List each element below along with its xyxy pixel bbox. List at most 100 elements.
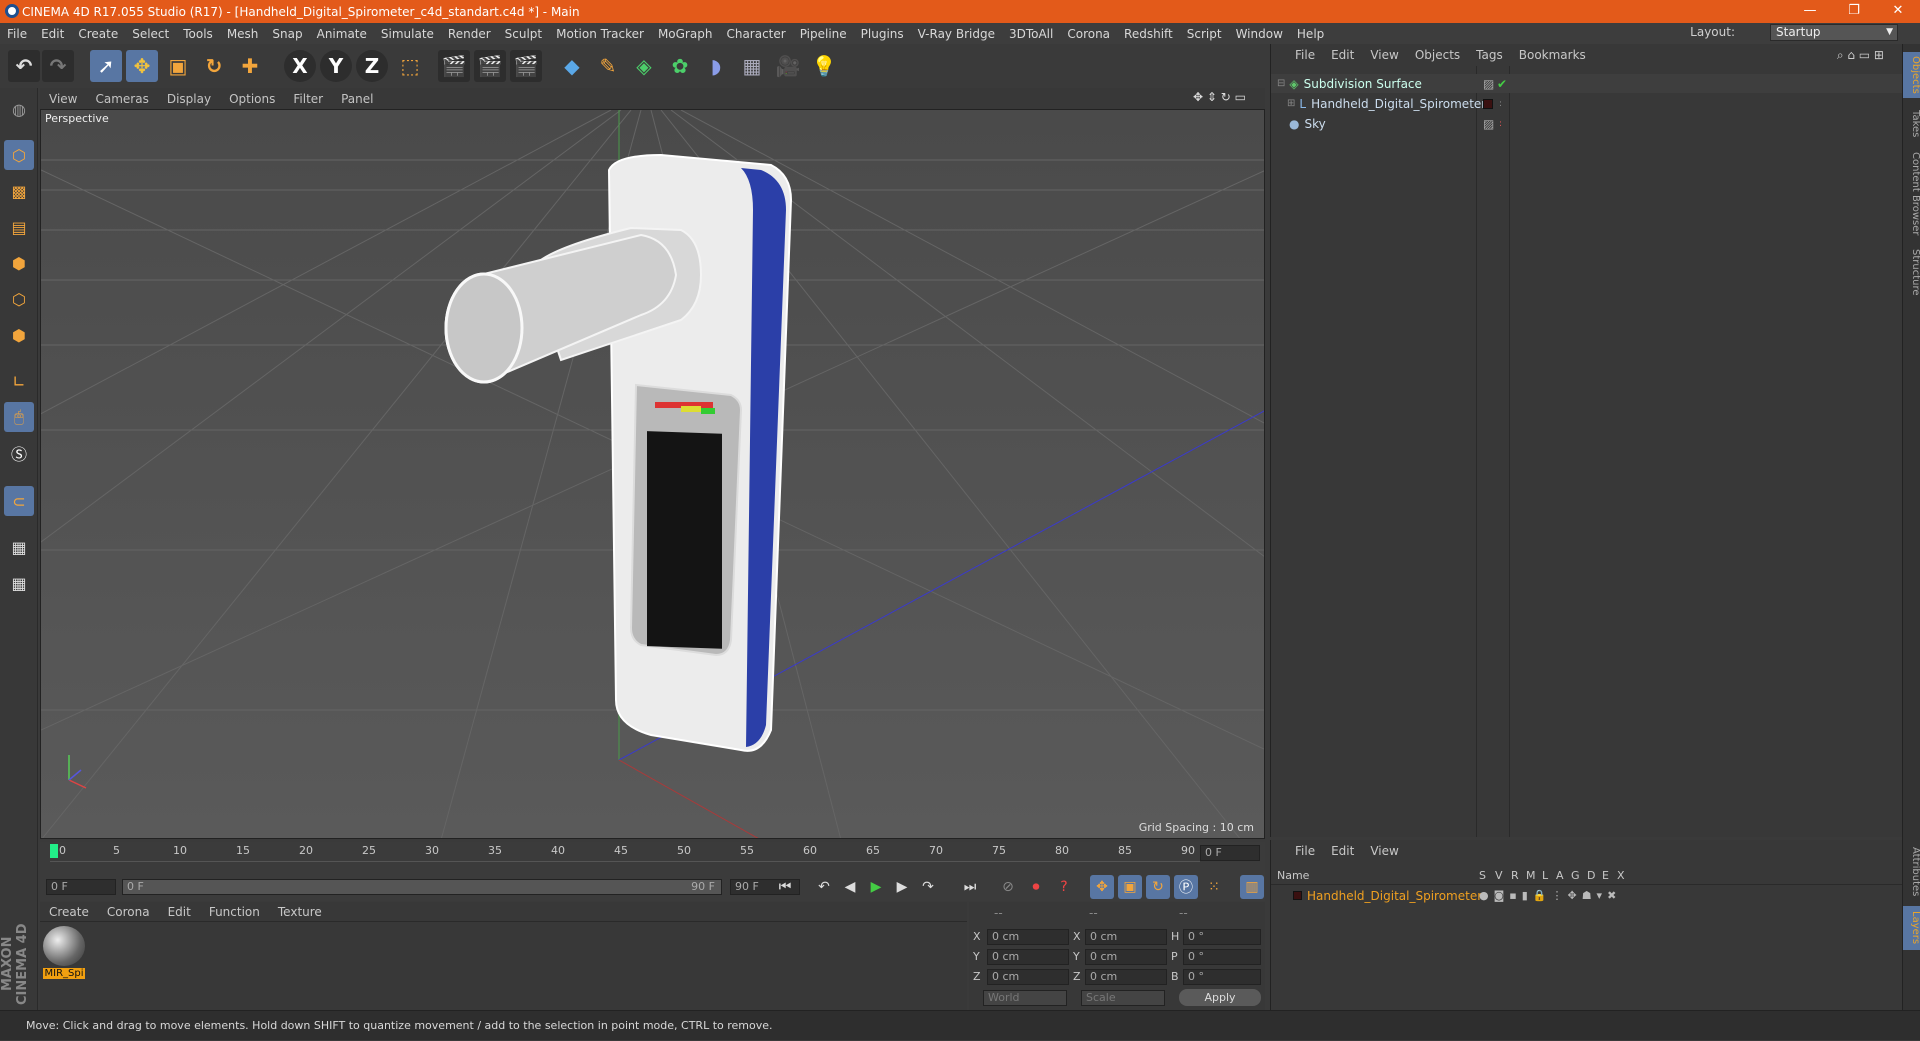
menu-animate[interactable]: Animate [310,27,374,41]
menu-snap[interactable]: Snap [265,27,309,41]
mat-menu-corona[interactable]: Corona [98,905,159,919]
layout-select[interactable]: Startup ▼ [1770,24,1898,41]
y-axis-lock-button[interactable]: Y [320,50,352,82]
start-frame-field[interactable]: 0 F [46,879,116,895]
expand-icon[interactable]: ⊞ [1287,98,1295,109]
tab-structure[interactable]: Structure [1903,244,1920,300]
record-keys-button[interactable]: ⊘ [996,875,1020,899]
tab-objects[interactable]: Objects [1903,52,1920,98]
timeline-ruler[interactable]: 0 5 10 15 20 25 30 35 40 45 50 55 60 65 … [40,842,1265,878]
texture-mode-button[interactable]: ▩ [4,176,34,206]
position-y-field[interactable]: 0 cm [987,949,1069,965]
menu-tools[interactable]: Tools [176,27,220,41]
obj-menu-file[interactable]: File [1287,48,1323,62]
layer-menu-view[interactable]: View [1362,844,1406,858]
obj-menu-edit[interactable]: Edit [1323,48,1362,62]
obj-menu-view[interactable]: View [1362,48,1406,62]
menu-motion-tracker[interactable]: Motion Tracker [549,27,651,41]
select-tool-button[interactable]: ➚ [90,50,122,82]
layer-flag-icons[interactable]: ●◙▪▮🔒⋮✥☗▾✖ [1479,889,1621,902]
rotation-p-field[interactable]: 0 ° [1183,949,1261,965]
model-mode-button[interactable]: ⬡ [4,140,34,170]
menu-window[interactable]: Window [1229,27,1290,41]
viewport-menu-view[interactable]: View [40,92,86,106]
viewport-menu-panel[interactable]: Panel [332,92,382,106]
object-row-subdivision[interactable]: ⊟ ◈ Subdivision Surface ▨ ✔ [1271,74,1903,93]
add-mograph-button[interactable]: ✿ [664,50,696,82]
autokey-button[interactable]: ⏺ [1024,875,1048,899]
tab-attributes[interactable]: Attributes [1903,842,1920,902]
menu-pipeline[interactable]: Pipeline [793,27,854,41]
render-view-button[interactable]: 🎬 [438,50,470,82]
visibility-dots[interactable]: : [1499,99,1502,109]
key-rotation-button[interactable]: ↻ [1146,875,1170,899]
add-camera-button[interactable]: 🎥 [772,50,804,82]
viewport-menu-cameras[interactable]: Cameras [86,92,157,106]
make-editable-button[interactable]: ◍ [4,94,34,124]
menu-vray-bridge[interactable]: V-Ray Bridge [911,27,1002,41]
obj-menu-tags[interactable]: Tags [1468,48,1511,62]
add-deformer-button[interactable]: ◗ [700,50,732,82]
lock-workplane-button[interactable]: ▦ [4,532,34,562]
visibility-dots[interactable]: ▨ [1483,117,1494,131]
obj-menu-bookmarks[interactable]: Bookmarks [1511,48,1594,62]
prev-frame-button[interactable]: ◀ [838,875,862,899]
rotation-h-field[interactable]: 0 ° [1183,929,1261,945]
viewport-nav-icons[interactable]: ✥ ⇕ ↻ ▭ [1184,90,1255,104]
add-cube-button[interactable]: ◆ [556,50,588,82]
material-item[interactable]: MIR_Spi [43,926,85,980]
layer-menu-file[interactable]: File [1287,844,1323,858]
rotation-b-field[interactable]: 0 ° [1183,969,1261,985]
obj-menu-objects[interactable]: Objects [1407,48,1468,62]
points-mode-button[interactable]: ⬢ [4,248,34,278]
menu-corona[interactable]: Corona [1060,27,1117,41]
enabled-check-icon[interactable]: ✔ [1497,77,1507,91]
render-settings-button[interactable]: 🎬 [510,50,542,82]
menu-simulate[interactable]: Simulate [374,27,441,41]
object-row-sky[interactable]: ● Sky ▨ : [1271,114,1903,133]
key-scale-button[interactable]: ▣ [1118,875,1142,899]
visibility-dots[interactable]: ▨ [1483,77,1494,91]
live-select-button[interactable]: ✚ [234,50,266,82]
menu-mesh[interactable]: Mesh [220,27,266,41]
size-x-field[interactable]: 0 cm [1085,929,1167,945]
z-axis-lock-button[interactable]: Z [356,50,388,82]
menu-redshift[interactable]: Redshift [1117,27,1180,41]
visibility-dots-red[interactable]: : [1499,119,1502,129]
scale-tool-button[interactable]: ▣ [162,50,194,82]
goto-start-button[interactable]: ⏮ [773,875,797,899]
close-button[interactable]: ✕ [1876,0,1920,23]
coord-mode-select[interactable]: World [983,990,1067,1006]
size-y-field[interactable]: 0 cm [1085,949,1167,965]
menu-select[interactable]: Select [125,27,176,41]
position-x-field[interactable]: 0 cm [987,929,1069,945]
viewport-menu-filter[interactable]: Filter [284,92,332,106]
redo-button[interactable]: ↷ [42,50,74,82]
add-floor-button[interactable]: ▦ [736,50,768,82]
add-subdivision-button[interactable]: ◈ [628,50,660,82]
mat-menu-edit[interactable]: Edit [159,905,200,919]
position-z-field[interactable]: 0 cm [987,969,1069,985]
minimize-button[interactable]: — [1788,0,1832,23]
range-slider[interactable]: 0 F 90 F [122,879,722,895]
snap-button[interactable]: Ⓢ [4,438,34,468]
object-search-icons[interactable]: ⌕ ⌂ ▭ ⊞ [1829,48,1892,63]
playhead[interactable] [50,844,58,858]
apply-button[interactable]: Apply [1179,989,1261,1006]
viewport-perspective[interactable]: Perspective Grid Spacing : 10 cm [40,109,1265,839]
play-button[interactable]: ▶ [864,875,888,899]
timeline-window-button[interactable]: ▥ [1240,875,1264,899]
layer-row[interactable]: Handheld_Digital_Spirometer ●◙▪▮🔒⋮✥☗▾✖ [1271,886,1903,905]
workplane-button[interactable]: ▦ [4,568,34,598]
next-frame-button[interactable]: ▶ [890,875,914,899]
keyframe-selection-button[interactable]: ? [1052,875,1076,899]
layer-menu-edit[interactable]: Edit [1323,844,1362,858]
axis-mode-button[interactable]: ∟ [4,366,34,396]
menu-file[interactable]: File [0,27,34,41]
coord-size-mode-select[interactable]: Scale [1081,990,1165,1006]
maximize-button[interactable]: ❐ [1832,0,1876,23]
expand-icon[interactable]: ⊟ [1277,78,1285,89]
layer-color-swatch[interactable] [1293,891,1302,900]
goto-end-button[interactable]: ⏭ [958,875,982,899]
add-spline-button[interactable]: ✎ [592,50,624,82]
